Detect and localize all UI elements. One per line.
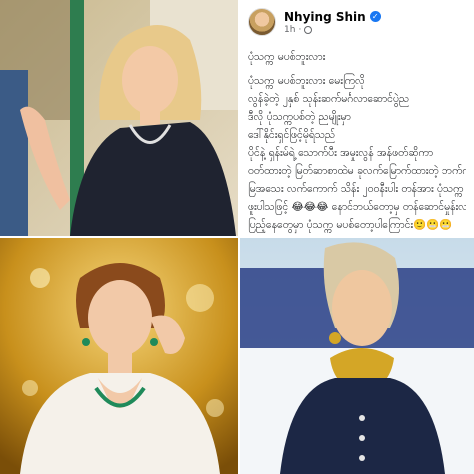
author-row: Nhying Shin ✓ — [284, 10, 381, 24]
post-time[interactable]: 1h — [284, 25, 295, 35]
post-photo-top[interactable] — [0, 0, 238, 236]
verified-badge-icon: ✓ — [369, 11, 381, 22]
post-text: ပုံသက္က မပစ်ဘူးလား ပုံသက္က မပစ်ဘူးလား မေ… — [240, 36, 474, 234]
post-line: လွန်ခဲ့တဲ့ ၂နှစ် သုန်းဆက်မင်္ဂလာဆောင်ပွဲ… — [248, 93, 410, 105]
avatar[interactable] — [248, 8, 276, 36]
post-line: မြအသေး လက်ကောက် သိန်း ၂၀၀နီးပါး တန်အား ပ… — [248, 183, 466, 195]
post-line: ဖူးပါသဖြင့် 😂😂😂 နောင်ဘယ်တော့မှ တန်ဆောင်မ… — [248, 201, 466, 213]
post-line: ပုံသက္က မပစ်ဘူးလား မေးကြလို — [248, 75, 365, 87]
post-photo-bottom-right[interactable] — [240, 238, 474, 474]
meta-separator: · — [298, 24, 302, 35]
post-line: ပြည့်နေတွေမှာ ပုံသက္က မပစ်တော့ပါကြောင်း🙂… — [248, 219, 453, 231]
photo-woman-gold-collar — [240, 238, 474, 474]
post-line: ပိုင်နဲ့ ရှန်းမ်ရဲ့ သောက်ပီး အမှုးလွန် အ… — [248, 147, 434, 159]
post-header: Nhying Shin ✓ 1h · — [240, 0, 474, 36]
post-card: Nhying Shin ✓ 1h · ပုံသက္က မပစ်ဘူးလား ပု… — [240, 0, 474, 236]
photo-woman-black-dress — [0, 0, 238, 236]
photo-woman-gold-backdrop — [0, 238, 238, 474]
post-line: ဒေါ်နိုင်းရှင်ဖြင့်မိုရ်သည် — [248, 129, 336, 141]
post-photo-bottom-left[interactable] — [0, 238, 238, 474]
globe-icon — [304, 25, 313, 34]
post-line: ဒီလို ပုံသက္ကပစ်တဲ့ ညမျိုးမှာ — [248, 111, 351, 123]
post-meta: 1h · — [284, 25, 381, 35]
post-header-text: Nhying Shin ✓ 1h · — [284, 10, 381, 35]
post-line: ပုံသက္က မပစ်ဘူးလား — [248, 51, 326, 63]
post-line: ဝတ်ထားတဲ့ မြတ်ဆာစာထဲမ ခုလက်မြောက်ထားတဲ့ … — [248, 165, 466, 177]
author-name[interactable]: Nhying Shin — [284, 10, 366, 24]
